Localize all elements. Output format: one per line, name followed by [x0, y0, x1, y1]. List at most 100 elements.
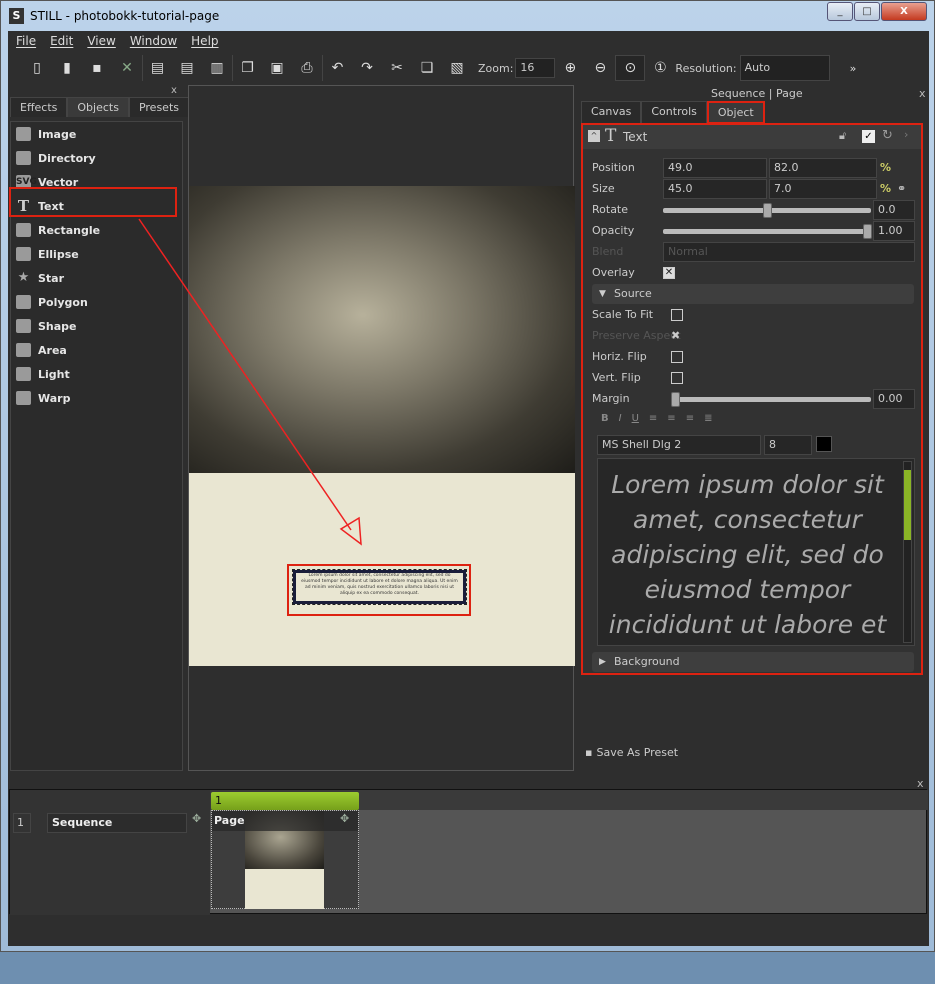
save-as-preset-label: Save As Preset: [596, 746, 679, 759]
rotate-slider-handle[interactable]: [763, 203, 772, 218]
visible-checkbox[interactable]: ✓: [862, 130, 875, 143]
cut-icon[interactable]: ✂: [382, 55, 412, 81]
source-section[interactable]: Source ▼: [592, 284, 914, 304]
vert-flip-checkbox[interactable]: [671, 372, 683, 384]
undo-icon[interactable]: ↶: [322, 55, 352, 81]
save-as-preset-button[interactable]: ▪ Save As Preset: [585, 746, 678, 759]
margin-slider[interactable]: [673, 397, 871, 402]
opacity-input[interactable]: 1.00: [873, 221, 915, 241]
object-item-polygon[interactable]: Polygon: [11, 290, 182, 314]
canvas-view[interactable]: Lorem ipsum dolor sit amet, consectetur …: [138, 85, 575, 771]
render-icon[interactable]: ▣: [262, 55, 292, 81]
close-button[interactable]: X: [881, 2, 927, 21]
object-item-star[interactable]: ★ Star: [11, 266, 182, 290]
position-y-input[interactable]: 82.0: [769, 158, 877, 178]
align-left-icon[interactable]: ≡: [649, 413, 657, 424]
sequence-plugin-icon[interactable]: ✥: [192, 812, 201, 825]
size-w-input[interactable]: 45.0: [663, 179, 767, 199]
copy-icon[interactable]: ❏: [412, 55, 442, 81]
align-right-icon[interactable]: ≡: [686, 413, 694, 424]
size-h-input[interactable]: 7.0: [769, 179, 877, 199]
reset-icon[interactable]: ↻: [882, 128, 893, 143]
size-unit[interactable]: %: [880, 179, 891, 199]
zoom-actual-icon[interactable]: ①: [645, 55, 675, 81]
text-editor[interactable]: Lorem ipsum dolor sit amet, consectetur …: [597, 458, 915, 646]
open-icon[interactable]: ▮: [52, 55, 82, 81]
resolution-select[interactable]: Auto: [739, 55, 830, 81]
thumbnail-page: [245, 869, 324, 909]
font-select[interactable]: MS Shell Dlg 2: [597, 435, 761, 455]
object-item-shape[interactable]: Shape: [11, 314, 182, 338]
object-item-light[interactable]: Light: [11, 362, 182, 386]
lock-icon[interactable]: 🔓︎: [839, 129, 846, 143]
copy-pages-icon[interactable]: ❐: [232, 55, 262, 81]
background-section[interactable]: Background ▶: [592, 652, 914, 672]
page-plugin-icon[interactable]: ✥: [340, 812, 349, 825]
underline-button[interactable]: U: [632, 413, 639, 424]
horiz-flip-checkbox[interactable]: [671, 351, 683, 363]
right-panel-close[interactable]: x: [919, 87, 926, 100]
collapse-icon[interactable]: ^: [588, 130, 600, 142]
menu-file[interactable]: File: [16, 31, 36, 51]
minimize-button[interactable]: _: [827, 2, 853, 21]
tab-canvas[interactable]: Canvas: [581, 101, 642, 124]
zoom-out-icon[interactable]: ⊖: [585, 55, 615, 81]
object-item-rectangle[interactable]: Rectangle: [11, 218, 182, 242]
redo-icon[interactable]: ↷: [352, 55, 382, 81]
font-size-select[interactable]: 8: [764, 435, 812, 455]
tab-object[interactable]: Object: [706, 101, 765, 124]
save-icon[interactable]: ▪: [82, 55, 112, 81]
editor-scrollbar[interactable]: [903, 461, 912, 643]
tab-effects[interactable]: Effects: [10, 97, 68, 117]
export-all-icon[interactable]: ▥: [202, 55, 232, 81]
italic-button[interactable]: I: [619, 413, 622, 424]
menu-view[interactable]: View: [87, 31, 115, 51]
import-icon[interactable]: ▤: [142, 55, 172, 81]
text-color-swatch[interactable]: [816, 436, 832, 452]
object-item-area[interactable]: Area: [11, 338, 182, 362]
new-icon[interactable]: ▯: [22, 55, 52, 81]
position-unit[interactable]: %: [880, 158, 891, 178]
horiz-flip-label: Horiz. Flip: [592, 350, 647, 363]
rectangle-icon: [16, 223, 31, 237]
highlight-text-item: [9, 187, 177, 217]
object-item-ellipse[interactable]: Ellipse: [11, 242, 182, 266]
zoom-input[interactable]: 16: [515, 58, 556, 78]
position-x-input[interactable]: 49.0: [663, 158, 767, 178]
objects-list: Image Directory SVG Vector T Text Rectangle Ell…: [10, 121, 183, 771]
object-item-warp[interactable]: Warp: [11, 386, 182, 410]
opacity-slider-handle[interactable]: [863, 224, 872, 239]
tab-controls[interactable]: Controls: [641, 101, 707, 124]
maximize-button[interactable]: □: [854, 2, 880, 21]
bold-button[interactable]: B: [601, 413, 609, 424]
menu-edit[interactable]: Edit: [50, 31, 73, 51]
print-icon[interactable]: ⎙: [292, 55, 322, 81]
link-icon[interactable]: ⚭: [897, 179, 906, 199]
close-icon[interactable]: ✕: [112, 55, 142, 81]
opacity-slider[interactable]: [663, 229, 871, 234]
margin-input[interactable]: 0.00: [873, 389, 915, 409]
object-item-directory[interactable]: Directory: [11, 146, 182, 170]
zoom-in-icon[interactable]: ⊕: [555, 55, 585, 81]
tab-presets[interactable]: Presets: [128, 97, 189, 117]
object-item-image[interactable]: Image: [11, 122, 182, 146]
export-icon[interactable]: ▤: [172, 55, 202, 81]
rotate-input[interactable]: 0.0: [873, 200, 915, 220]
tab-objects[interactable]: Objects: [67, 97, 129, 117]
sequence-name[interactable]: Sequence: [47, 813, 187, 833]
overlay-checkbox[interactable]: ✕: [663, 267, 675, 279]
page-number-tab[interactable]: 1: [211, 792, 359, 810]
margin-slider-handle[interactable]: [671, 392, 680, 407]
menu-help[interactable]: Help: [191, 31, 218, 51]
menu-window[interactable]: Window: [130, 31, 177, 51]
align-center-icon[interactable]: ≡: [667, 413, 675, 424]
align-justify-icon[interactable]: ≣: [704, 413, 712, 424]
zoom-fit-icon[interactable]: ⊙: [615, 55, 646, 81]
editor-scrollbar-thumb[interactable]: [904, 470, 911, 540]
expand-icon[interactable]: ›: [904, 128, 908, 141]
left-panel-close[interactable]: x: [171, 85, 177, 96]
toolbar-overflow-button[interactable]: »: [850, 62, 857, 75]
paste-icon[interactable]: ▧: [442, 55, 472, 81]
scale-to-fit-checkbox[interactable]: [671, 309, 683, 321]
page-thumbnail[interactable]: Page ✥: [211, 810, 359, 909]
